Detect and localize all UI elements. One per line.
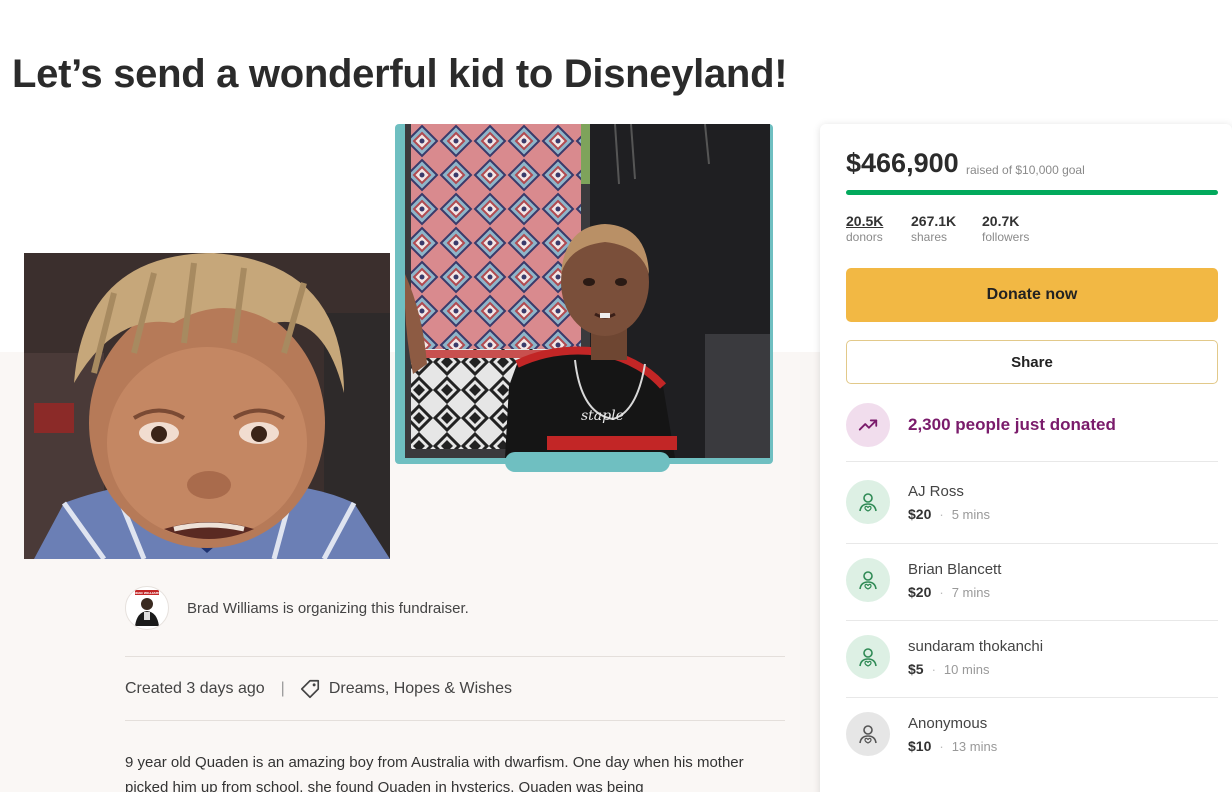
donor-time: 5 mins [951,506,990,522]
stat-shares: 267.1K shares [911,213,956,244]
campaign-photo-main[interactable] [24,253,390,559]
page-title: Let’s send a wonderful kid to Disneyland… [12,52,788,96]
stat-label: shares [911,230,948,244]
trend-text: 2,300 people just donated [908,415,1116,434]
share-button[interactable]: Share [846,340,1218,384]
donation-sidebar: $466,900 raised of $10,000 goal 20.5K do… [820,124,1232,792]
person-avatar-icon: BRAD WILLIAMS [133,590,161,626]
meta-separator: | [280,680,285,697]
divider [846,697,1218,698]
progress-bar [846,190,1218,195]
donor-heart-icon [846,712,890,756]
donor-time: 7 mins [951,584,990,600]
stat-followers: 20.7K followers [982,213,1029,244]
progress-fill [846,190,1218,195]
donation-item: sundaram thokanchi $5 · 10 mins [846,627,1218,687]
divider [125,720,785,721]
donor-amount: $20 [908,505,932,522]
created-date: Created 3 days ago [125,680,265,697]
divider [125,656,785,657]
photo-carousel-tab[interactable] [505,452,670,472]
donor-time: 10 mins [943,661,990,677]
shirt-lettering: staple [581,408,624,424]
donor-name: Brian Blancett [908,560,1002,578]
donor-heart-icon [846,558,890,602]
stat-label: followers [982,230,1030,244]
stat-value: 267.1K [911,213,957,229]
donor-name: sundaram thokanchi [908,637,1044,655]
stat-donors[interactable]: 20.5K donors [846,213,883,244]
stat-value: 20.7K [982,213,1020,229]
donation-item: Anonymous $10 · 13 mins [846,704,1218,764]
divider [846,543,1218,544]
donor-name: Anonymous [908,714,988,732]
donor-name: AJ Ross [908,482,964,500]
tag-icon [300,679,319,699]
divider [846,461,1218,462]
raised-amount: $466,900 [846,148,959,178]
svg-text:BRAD WILLIAMS: BRAD WILLIAMS [133,591,160,595]
divider [846,620,1218,621]
stat-value: 20.5K [846,213,884,229]
donate-now-button[interactable]: Donate now [846,268,1218,322]
organizer-avatar[interactable]: BRAD WILLIAMS [125,586,169,630]
raised-goal: raised of $10,000 goal [966,163,1085,177]
donor-amount: $10 [908,737,932,754]
donor-time: 13 mins [951,738,998,754]
recent-donations-banner: 2,300 people just donated [846,402,1218,448]
stat-label: donors [846,230,883,244]
donation-item: AJ Ross $20 · 5 mins [846,472,1218,532]
trending-up-icon [846,403,890,447]
organizer-row: BRAD WILLIAMS Brad Williams is organizin… [125,586,785,630]
donor-heart-icon [846,480,890,524]
donor-amount: $5 [908,660,924,677]
category-link[interactable]: Dreams, Hopes & Wishes [329,680,512,698]
organizer-text: Brad Williams is organizing this fundrai… [187,599,469,617]
campaign-photo-family[interactable]: staple [405,124,770,458]
donor-heart-icon [846,635,890,679]
meta-row: Created 3 days ago | Dreams, Hopes & Wis… [125,676,512,702]
donor-amount: $20 [908,583,932,600]
story-text: 9 year old Quaden is an amazing boy from… [125,754,744,792]
donation-item: Brian Blancett $20 · 7 mins [846,550,1218,610]
